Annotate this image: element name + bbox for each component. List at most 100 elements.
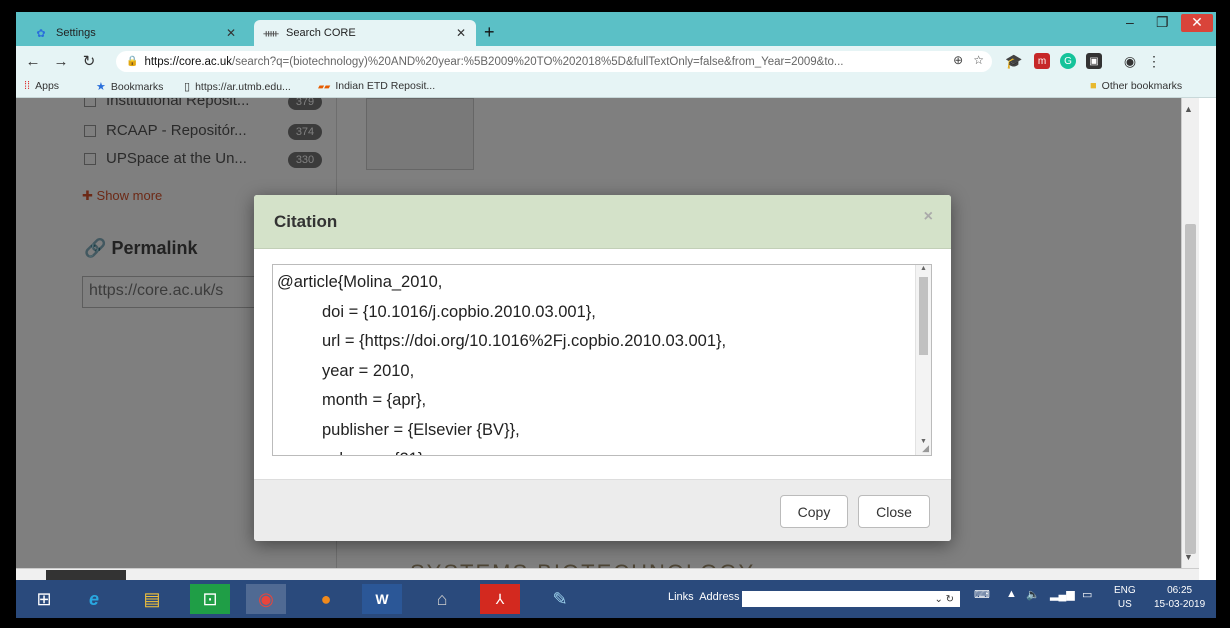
scrollbar-thumb[interactable] [1185,224,1196,554]
word-icon[interactable]: W [362,584,402,614]
citation-line: @article{Molina_2010, [277,273,443,291]
folder-icon: ■ [1090,80,1097,92]
reload-icon[interactable]: ↻ [78,52,100,70]
menu-icon[interactable]: ⋮ [1146,53,1162,69]
store-icon[interactable]: ⊡ [190,584,230,614]
close-icon[interactable]: ✕ [226,26,236,40]
tab-search-core[interactable]: ᚔ Search CORE ✕ [254,20,476,46]
citation-line: month = {apr}, [322,391,427,409]
tab-strip: ✿ Settings ✕ ᚔ Search CORE ✕ + – ❐ ✕ [16,12,1216,46]
bookmarks-bar: ⁞⁞ Apps ★ Bookmarks ▯ https://ar.utmb.ed… [16,76,1216,98]
close-icon[interactable]: × [924,208,933,226]
omnibox-actions: ⊕ ☆ [953,53,984,67]
citation-line: url = {https://doi.org/10.1016%2Fj.copbi… [322,332,727,350]
modal-footer: Copy Close [254,479,951,541]
bookmark-label: Bookmarks [110,80,164,93]
etd-icon: ▰▰ [318,81,331,91]
battery-icon[interactable]: ▭ [1082,588,1092,601]
scroll-up-icon[interactable]: ▲ [920,265,927,272]
scroll-down-icon[interactable]: ▼ [1184,552,1193,562]
chevron-up-icon[interactable]: ▲ [1006,588,1017,600]
bookmark-indian-etd[interactable]: ▰▰ Indian ETD Reposit... [318,80,435,92]
citation-line: doi = {10.1016/j.copbio.2010.03.001}, [322,302,596,321]
window-close-button[interactable]: ✕ [1181,14,1213,32]
gear-icon: ✿ [36,27,46,40]
extension-icon[interactable]: ▣ [1086,53,1102,69]
bookmark-other[interactable]: ■ Other bookmarks [1090,80,1182,92]
lock-icon: 🔒 [126,56,139,67]
copy-button[interactable]: Copy [780,495,848,528]
volume-icon[interactable]: 🔈 [1026,588,1040,601]
bookmark-label: Other bookmarks [1101,80,1183,92]
scroll-up-icon[interactable]: ▲ [1184,104,1193,114]
apps-grid-icon: ⁞⁞ [24,80,31,92]
windows-start-icon[interactable]: ⊞ [24,584,64,614]
links-label: Links [668,591,694,603]
browser-toolbar: ← → ↻ 🔒 https://core.ac.uk /search?q=(bi… [16,46,1216,76]
bookmark-star-icon[interactable]: ☆ [973,53,984,67]
region-code: US [1117,599,1132,610]
page-scrollbar[interactable]: ▲ ▼ [1181,98,1199,568]
star-icon: ★ [96,81,106,93]
modal-title: Citation [274,212,338,231]
file-explorer-icon[interactable]: ▤ [132,584,172,614]
keyboard-icon[interactable]: ⌨ [974,588,990,601]
back-icon[interactable]: ← [22,53,44,70]
citation-line: volume = {21} [277,445,909,455]
maximize-icon[interactable]: ❐ [1156,14,1169,31]
taskbar-links-label[interactable]: Links Address [668,591,740,603]
clock-time: 06:25 [1167,585,1193,596]
address-bar[interactable]: 🔒 https://core.ac.uk /search?q=(biotechn… [116,51,992,72]
internet-explorer-icon[interactable]: e [74,584,114,614]
chrome-icon[interactable]: ◉ [246,584,286,614]
tab-label: Settings [56,27,96,39]
citation-textarea[interactable]: @article{Molina_2010, doi = {10.1016/j.c… [272,264,932,456]
tab-settings[interactable]: ✿ Settings ✕ [24,20,246,46]
system-clock[interactable]: 06:25 15-03-2019 [1154,584,1205,612]
signal-icon[interactable]: ▂▄▆ [1050,588,1075,601]
minimize-icon[interactable]: – [1126,14,1134,30]
bookmark-label: Apps [35,80,60,92]
clock-date: 15-03-2019 [1154,599,1206,610]
taskbar: ⊞ e ▤ ⊡ ◉ ● W ⌂ ⅄ ✎ Links Address ⌄ ↻ ⌨ … [16,580,1216,618]
language-indicator[interactable]: ENG US [1114,584,1136,612]
citation-line: publisher = {Elsevier {BV}}, [322,420,520,439]
forward-icon[interactable]: → [50,53,72,70]
refresh-icon[interactable]: ↻ [946,594,954,605]
citation-modal: Citation × @article{Molina_2010, doi = {… [254,195,951,541]
horizontal-scrollbar[interactable] [16,568,1199,580]
bookmark-apps[interactable]: ⁞⁞ Apps [24,80,59,92]
citation-line: year = 2010, [322,361,415,380]
bookmark-utmb[interactable]: ▯ https://ar.utmb.edu... [184,80,291,94]
graduation-cap-icon[interactable]: 🎓 [1005,53,1022,69]
acrobat-icon[interactable]: ⅄ [480,584,520,614]
scrollbar-thumb[interactable] [919,277,928,355]
profile-icon[interactable]: ◉ [1122,53,1138,69]
chevron-down-icon[interactable]: ⌄ [934,594,942,605]
zoom-icon[interactable]: ⊕ [953,53,963,67]
url-host: https://core.ac.uk [144,55,233,68]
paint-icon[interactable]: ✎ [540,584,580,614]
language-code: ENG [1114,585,1136,596]
core-icon: ᚔ [263,27,279,40]
bookmark-bookmarks[interactable]: ★ Bookmarks [96,80,164,94]
page-icon: ▯ [184,81,191,93]
new-tab-button[interactable]: + [484,22,495,42]
tab-label: Search CORE [286,27,356,39]
modal-header: Citation × [254,195,951,249]
address-label: Address [699,591,740,603]
mendeley-icon[interactable]: m [1034,53,1050,69]
scrollbar-thumb[interactable] [46,570,126,580]
bookmark-label: Indian ETD Reposit... [335,80,436,92]
textarea-scrollbar[interactable]: ▲ ▼ [915,265,931,455]
close-button[interactable]: Close [858,495,930,528]
url-path: /search?q=(biotechnology)%20AND%20year:%… [232,55,844,68]
citation-text: @article{Molina_2010, doi = {10.1016/j.c… [273,265,913,455]
grammarly-icon[interactable]: G [1060,53,1076,69]
resize-grip-icon[interactable]: ◢ [922,443,929,454]
firefox-icon[interactable]: ● [306,584,346,614]
taskbar-address-input[interactable]: ⌄ ↻ [742,591,960,607]
network-app-icon[interactable]: ⌂ [422,584,462,614]
close-icon[interactable]: ✕ [456,26,466,40]
bookmark-label: https://ar.utmb.edu... [195,80,291,93]
